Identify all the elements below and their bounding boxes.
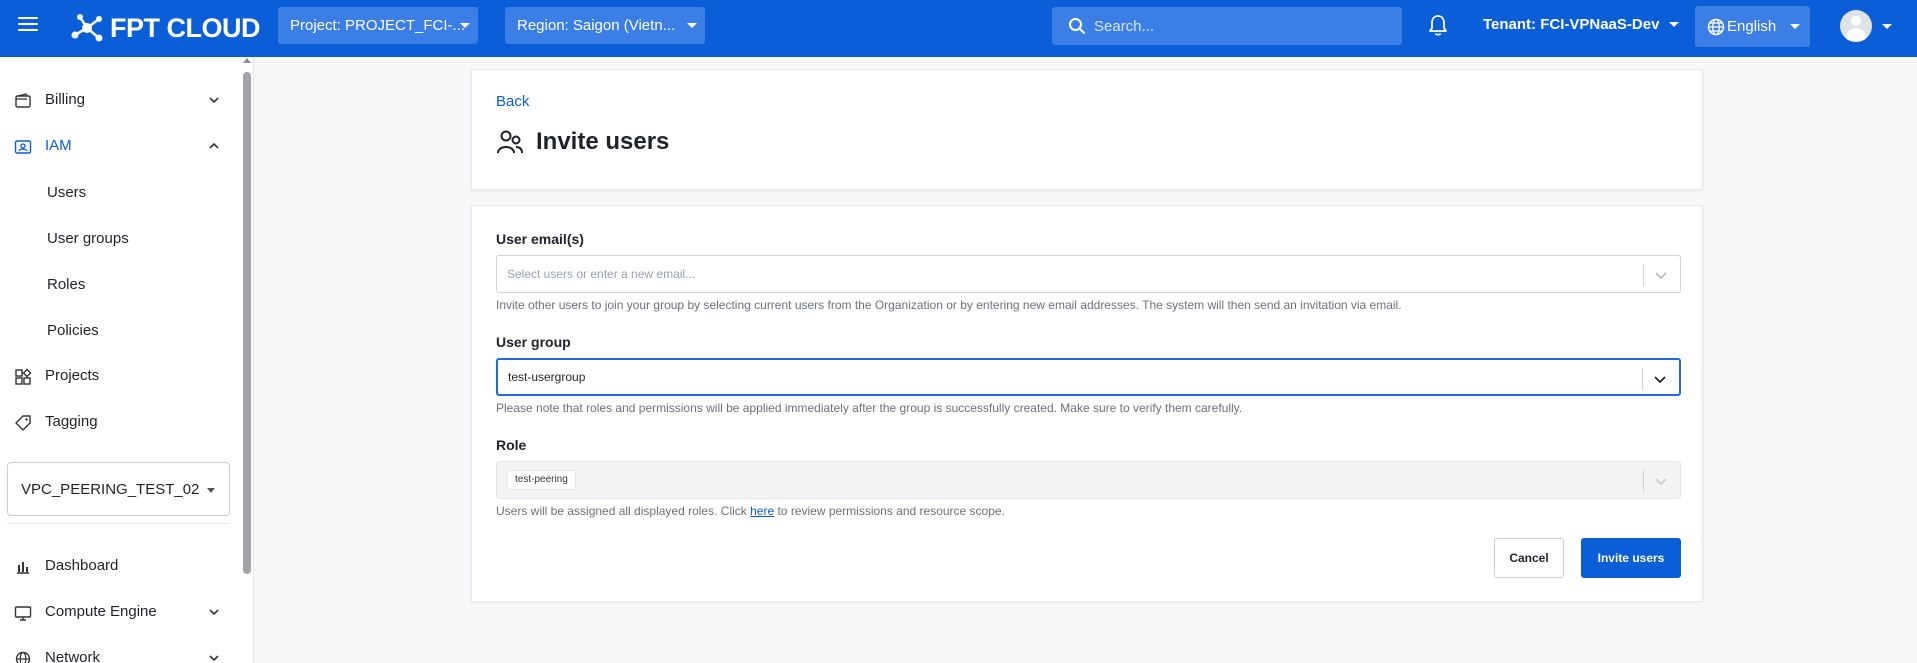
chevron-down-icon [209, 609, 219, 616]
project-select-value: VPC_PEERING_TEST_02 [21, 480, 200, 498]
cancel-button[interactable]: Cancel [1494, 538, 1564, 578]
user-group-helper: Please note that roles and permissions w… [496, 401, 1243, 415]
sidebar-item-projects[interactable]: Projects [0, 356, 240, 396]
region-dropdown-label: Region: Saigon (Vietn... [517, 17, 676, 34]
project-dropdown[interactable]: Project: PROJECT_FCI-... [278, 7, 478, 44]
user-group-select[interactable]: test-usergroup [496, 358, 1681, 396]
user-emails-select[interactable]: Select users or enter a new email... [496, 255, 1681, 293]
page-title: Invite users [536, 128, 670, 155]
title-row: Invite users [496, 128, 669, 156]
sidebar-item-label: Tagging [45, 413, 98, 430]
search-input[interactable] [1094, 17, 1374, 35]
caret-down-icon [207, 488, 215, 493]
user-group-label: User group [496, 334, 571, 350]
users-icon [497, 130, 523, 154]
search-box[interactable] [1052, 7, 1402, 45]
role-tag: test-peering [507, 470, 576, 490]
project-dropdown-label: Project: PROJECT_FCI-... [290, 17, 466, 34]
language-label: English [1727, 18, 1777, 35]
user-emails-placeholder: Select users or enter a new email... [507, 267, 696, 281]
sidebar-item-billing[interactable]: Billing [0, 80, 240, 120]
caret-down-icon [1790, 24, 1800, 29]
bar-chart-icon [17, 562, 29, 574]
project-select[interactable]: VPC_PEERING_TEST_02 [7, 462, 230, 516]
sidebar: Billing IAM Users User groups Roles Poli… [0, 57, 254, 663]
language-dropdown[interactable]: English [1695, 6, 1810, 47]
top-bar: FPT CLOUD Project: PROJECT_FCI-... Regio… [0, 0, 1917, 57]
logo[interactable]: FPT CLOUD [70, 10, 261, 46]
sidebar-subitem-user-groups[interactable]: User groups [47, 230, 129, 247]
chevron-down-icon [209, 97, 219, 104]
caret-down-icon [460, 23, 470, 28]
user-menu[interactable] [1840, 10, 1892, 42]
menu-icon[interactable] [18, 17, 38, 37]
caret-down-icon [1669, 22, 1680, 27]
logo-text: FPT CLOUD [110, 12, 261, 43]
scroll-up-arrow-icon[interactable] [243, 58, 251, 63]
wallet-icon [15, 93, 31, 108]
divider [7, 523, 230, 524]
sidebar-item-label: Projects [45, 367, 100, 384]
role-label: Role [496, 437, 527, 453]
tenant-dropdown[interactable]: Tenant: FCI-VPNaaS-Dev [1483, 16, 1680, 33]
sidebar-scrollbar[interactable] [241, 57, 251, 663]
sidebar-item-label: Billing [45, 91, 86, 108]
fpt-logo-icon [71, 14, 103, 42]
invite-form-card: User email(s) Select users or enter a ne… [471, 205, 1703, 602]
back-link[interactable]: Back [496, 93, 529, 110]
sidebar-item-label: Compute Engine [45, 603, 157, 620]
notification-bell-icon[interactable] [1427, 13, 1449, 42]
sidebar-item-network[interactable]: Network [0, 638, 240, 663]
chevron-up-icon [209, 142, 219, 149]
sidebar-subitem-users[interactable]: Users [47, 184, 86, 201]
chevron-down-icon[interactable] [1654, 268, 1668, 282]
sidebar-item-iam[interactable]: IAM [0, 126, 240, 166]
user-group-value: test-usergroup [508, 370, 586, 384]
sidebar-item-label: Network [45, 649, 101, 663]
search-icon [1069, 18, 1085, 34]
role-helper-text: to review permissions and resource scope… [774, 504, 1005, 518]
page-header-card: Back Invite users [471, 69, 1703, 190]
sidebar-subitem-roles[interactable]: Roles [47, 276, 85, 293]
chevron-down-icon [209, 655, 219, 662]
avatar [1840, 10, 1872, 42]
caret-down-icon [1882, 23, 1892, 29]
separator [1642, 368, 1643, 390]
user-emails-helper: Invite other users to join your group by… [496, 298, 1402, 312]
role-helper: Users will be assigned all displayed rol… [496, 504, 1005, 518]
monitor-icon [14, 606, 32, 621]
sidebar-item-dashboard[interactable]: Dashboard [0, 546, 240, 586]
role-helper-text: Users will be assigned all displayed rol… [496, 504, 751, 518]
sidebar-item-label: Dashboard [45, 557, 119, 574]
id-card-icon [14, 140, 32, 154]
chevron-down-icon[interactable] [1653, 372, 1667, 386]
tenant-label: Tenant: FCI-VPNaaS-Dev [1483, 16, 1660, 33]
sidebar-subitem-policies[interactable]: Policies [47, 322, 99, 339]
invite-users-button[interactable]: Invite users [1581, 538, 1681, 578]
sidebar-item-compute-engine[interactable]: Compute Engine [0, 592, 240, 632]
user-emails-label: User email(s) [496, 231, 584, 247]
role-permissions-link[interactable]: here [750, 504, 774, 518]
globe-icon [1707, 18, 1725, 35]
scrollbar-thumb[interactable] [243, 72, 251, 574]
sidebar-item-label: IAM [45, 137, 72, 154]
role-select: test-peering [496, 461, 1681, 499]
region-dropdown[interactable]: Region: Saigon (Vietn... [505, 7, 705, 44]
tag-icon [15, 415, 31, 431]
projects-icon [15, 368, 32, 385]
chevron-down-icon [1655, 478, 1667, 486]
separator [1643, 264, 1644, 286]
sidebar-item-tagging[interactable]: Tagging [0, 402, 240, 442]
separator [1643, 470, 1644, 492]
caret-down-icon [687, 23, 697, 28]
globe-icon [15, 651, 31, 663]
